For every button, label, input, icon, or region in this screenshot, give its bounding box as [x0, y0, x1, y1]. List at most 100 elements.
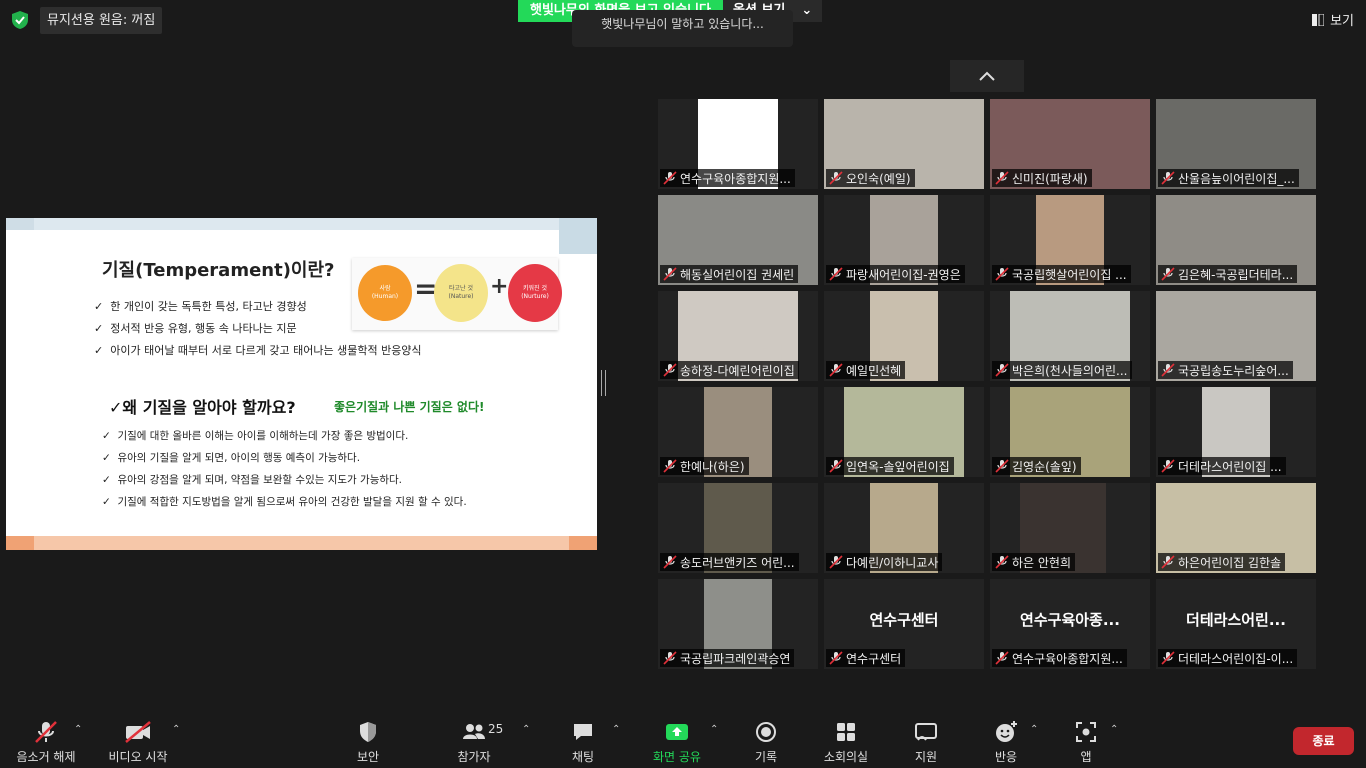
slide-bottom-band-inner: [34, 536, 569, 550]
participant-name-label: 국공립송도누리숲어...: [1158, 361, 1293, 379]
start-video-button[interactable]: 비디오 시작: [104, 720, 172, 765]
microphone-muted-icon: [995, 555, 1009, 569]
plus-sign: +: [490, 274, 509, 299]
reactions-button[interactable]: 반응: [990, 720, 1022, 765]
video-options-caret[interactable]: ⌃: [172, 724, 180, 735]
participant-tile[interactable]: 더테라스어린이집 ...: [1156, 387, 1316, 477]
participant-name: 한예나(하은): [680, 459, 745, 474]
chat-button[interactable]: 채팅: [566, 720, 600, 765]
participant-name-label: 하은 안현희: [992, 553, 1076, 571]
participant-tile[interactable]: 하은어린이집 김한솔: [1156, 483, 1316, 573]
share-screen-button[interactable]: 화면 공유: [648, 720, 706, 765]
chat-label: 채팅: [571, 750, 595, 764]
participant-tile[interactable]: 국공립송도누리숲어...: [1156, 291, 1316, 381]
participant-tile[interactable]: 연수구육아종합지원...: [658, 99, 818, 189]
participant-tile[interactable]: 김영순(솔잎): [990, 387, 1150, 477]
participant-name: 예일민선혜: [846, 363, 902, 378]
microphone-muted-icon: [1161, 459, 1175, 473]
participant-name-label: 파랑새어린이집-권영은: [826, 265, 965, 283]
participant-name-label: 한예나(하은): [660, 457, 749, 475]
slide-top-band-inner: [34, 218, 559, 230]
participant-name: 하은 안현희: [1012, 555, 1072, 570]
participant-name-label: 임연옥-솔잎어린이집: [826, 457, 954, 475]
record-label: 기록: [754, 750, 778, 764]
participant-tile[interactable]: 산울음늪이어린이집_...: [1156, 99, 1316, 189]
participant-name: 박은희(천사들의어린...: [1012, 363, 1128, 378]
participant-name-label: 하은어린이집 김한솔: [1158, 553, 1286, 571]
participant-name: 국공립송도누리숲어...: [1178, 363, 1289, 378]
participant-tile[interactable]: 다예린/이하니교사: [824, 483, 984, 573]
participant-name: 송하정-다예린어린이집: [680, 363, 795, 378]
breakout-rooms-button[interactable]: 소회의실: [818, 720, 874, 765]
record-icon: [756, 722, 776, 742]
participant-tile[interactable]: 송하정-다예린어린이집: [658, 291, 818, 381]
microphone-muted-icon: [829, 171, 843, 185]
participant-name: 오인숙(예일): [846, 171, 911, 186]
participant-name: 임연옥-솔잎어린이집: [846, 459, 950, 474]
participant-tile[interactable]: 국공립햇살어린이집 ...: [990, 195, 1150, 285]
participant-name: 연수구센터: [846, 651, 902, 666]
participant-name-label: 김은혜-국공립더테라...: [1158, 265, 1298, 283]
human-circle: 사람 (Human): [358, 265, 412, 321]
audio-options-caret[interactable]: ⌃: [74, 724, 82, 735]
slide-bullet: ✓ 기질에 적합한 지도방법을 알게 됨으로써 유아의 건강한 발달을 지원 할…: [102, 496, 467, 508]
view-button[interactable]: 보기: [1312, 10, 1354, 29]
reactions-options-caret[interactable]: ⌃: [1030, 724, 1038, 735]
participant-tile[interactable]: 예일민선혜: [824, 291, 984, 381]
slide-bullet: ✓ 유아의 기질을 알게 되면, 아이의 행동 예측이 가능하다.: [102, 452, 361, 464]
participant-tile[interactable]: 파랑새어린이집-권영은: [824, 195, 984, 285]
participant-tile[interactable]: 박은희(천사들의어린...: [990, 291, 1150, 381]
slide-title: 기질(Temperament)이란?: [102, 260, 335, 281]
breakout-rooms-label: 소회의실: [823, 750, 869, 764]
participant-tile[interactable]: 연수구센터 연수구센터: [824, 579, 984, 669]
apps-button[interactable]: 앱: [1072, 720, 1100, 765]
participants-options-caret[interactable]: ⌃: [522, 724, 530, 735]
security-button[interactable]: 보안: [348, 720, 388, 765]
participant-tile[interactable]: 임연옥-솔잎어린이집: [824, 387, 984, 477]
splitter-handle[interactable]: [601, 370, 606, 396]
participant-name-label: 송도러브앤키즈 어린...: [660, 553, 799, 571]
participant-name-label: 해동실어린이집 권세린: [660, 265, 799, 283]
reactions-label: 반응: [994, 750, 1018, 764]
participant-name: 연수구육아종합지원...: [1012, 651, 1123, 666]
microphone-muted-icon: [995, 267, 1009, 281]
participant-tile[interactable]: 송도러브앤키즈 어린...: [658, 483, 818, 573]
shield-icon[interactable]: [10, 10, 30, 30]
participant-tile[interactable]: 하은 안현희: [990, 483, 1150, 573]
unmute-button[interactable]: 음소거 해제: [10, 720, 82, 765]
participant-tile[interactable]: 연수구육아종... 연수구육아종합지원...: [990, 579, 1150, 669]
microphone-muted-icon: [663, 171, 677, 185]
unmute-label: 음소거 해제: [16, 750, 76, 764]
chevron-up-icon: [979, 71, 995, 81]
microphone-muted-icon: [995, 459, 1009, 473]
participants-count: 25: [488, 722, 504, 736]
microphone-muted-icon: [829, 363, 843, 377]
microphone-muted-icon: [663, 459, 677, 473]
participant-name-label: 산울음늪이어린이집_...: [1158, 169, 1299, 187]
participant-name-label: 더테라스어린이집 ...: [1158, 457, 1286, 475]
end-meeting-button[interactable]: 종료: [1293, 727, 1354, 755]
participant-tile[interactable]: 해동실어린이집 권세린: [658, 195, 818, 285]
participant-name: 국공립파크레인곽승연: [680, 651, 791, 666]
support-button[interactable]: 지원: [908, 720, 944, 765]
microphone-muted-icon: [663, 267, 677, 281]
participant-tile[interactable]: 국공립파크레인곽승연: [658, 579, 818, 669]
share-options-caret[interactable]: ⌃: [710, 724, 718, 735]
original-sound-status[interactable]: 뮤지션용 원음: 꺼짐: [40, 7, 163, 34]
participant-name-label: 연수구센터: [826, 649, 906, 667]
participant-tile[interactable]: 김은혜-국공립더테라...: [1156, 195, 1316, 285]
participant-name-label: 신미진(파랑새): [992, 169, 1092, 187]
apps-icon: [1076, 722, 1096, 742]
participant-tile[interactable]: 한예나(하은): [658, 387, 818, 477]
apps-options-caret[interactable]: ⌃: [1110, 724, 1118, 735]
participant-name-label: 국공립햇살어린이집 ...: [992, 265, 1131, 283]
collapse-gallery-button[interactable]: [950, 60, 1024, 92]
participant-tile[interactable]: 신미진(파랑새): [990, 99, 1150, 189]
participant-tile[interactable]: 더테라스어린... 더테라스어린이집-이...: [1156, 579, 1316, 669]
participant-name-label: 다예린/이하니교사: [826, 553, 943, 571]
participant-tile[interactable]: 오인숙(예일): [824, 99, 984, 189]
shield-icon: [360, 722, 376, 742]
video-camera-off-icon: [125, 721, 151, 743]
record-button[interactable]: 기록: [750, 720, 782, 765]
chat-options-caret[interactable]: ⌃: [612, 724, 620, 735]
